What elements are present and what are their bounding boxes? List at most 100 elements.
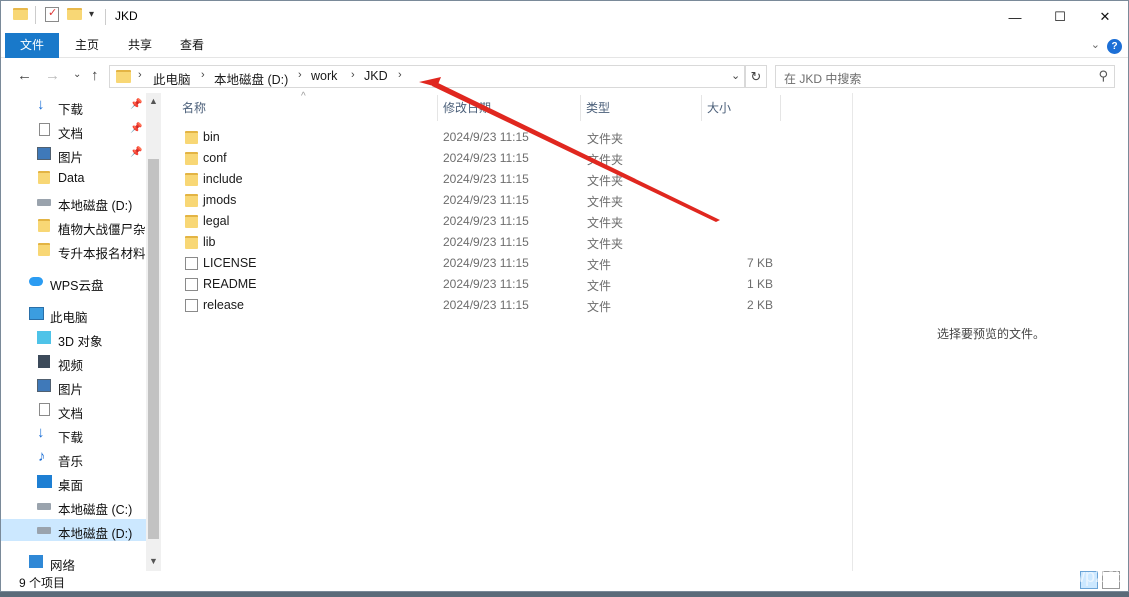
breadcrumb-this-pc[interactable]: 此电脑: [153, 69, 191, 88]
sidebar-item-videos[interactable]: 视频: [1, 351, 146, 373]
scroll-down-icon[interactable]: ▼: [149, 556, 158, 566]
minimize-button[interactable]: —: [992, 1, 1038, 33]
address-bar[interactable]: › 此电脑 › 本地磁盘 (D:) › work › JKD ›: [109, 65, 745, 88]
folder-icon: [185, 194, 198, 207]
column-divider[interactable]: [437, 95, 438, 121]
sidebar-item-label: 网络: [50, 559, 76, 571]
sidebar-item-downloads[interactable]: ↓ 下载 📌: [1, 95, 146, 117]
breadcrumb-drive-d[interactable]: 本地磁盘 (D:): [214, 69, 288, 88]
tab-home[interactable]: 主页: [63, 33, 111, 58]
file-row[interactable]: legal 2024/9/23 11:15 文件夹: [179, 211, 779, 232]
file-name: release: [203, 298, 244, 312]
sidebar-item-label: WPS云盘: [50, 279, 104, 293]
file-name: include: [203, 172, 243, 186]
breadcrumb-work[interactable]: work: [311, 69, 337, 83]
customize-toolbar-icon[interactable]: ▾: [89, 9, 94, 20]
sidebar-item-desktop[interactable]: 桌面: [1, 471, 146, 493]
tab-file[interactable]: 文件: [5, 33, 59, 58]
file-name: conf: [203, 151, 227, 165]
file-type: 文件: [587, 279, 612, 293]
sidebar-item-pictures-pc[interactable]: 图片: [1, 375, 146, 397]
column-header-size[interactable]: 大小: [707, 99, 731, 116]
expand-ribbon-icon[interactable]: ⌄: [1091, 38, 1100, 51]
folder-icon: [185, 236, 198, 249]
maximize-button[interactable]: ☐: [1037, 1, 1083, 33]
column-header-name[interactable]: 名称: [182, 99, 206, 116]
refresh-button[interactable]: ↻: [745, 65, 767, 88]
file-row[interactable]: jmods 2024/9/23 11:15 文件夹: [179, 190, 779, 211]
pictures-icon: [37, 147, 51, 160]
folder-icon: [38, 171, 50, 184]
column-header-type[interactable]: 类型: [586, 99, 610, 116]
file-name: jmods: [203, 193, 237, 207]
scroll-up-icon[interactable]: ▲: [149, 96, 158, 106]
back-button[interactable]: ←: [17, 67, 32, 84]
help-icon[interactable]: ?: [1107, 39, 1122, 54]
file-name: README: [203, 277, 257, 291]
sidebar-item-3d-objects[interactable]: 3D 对象: [1, 327, 146, 349]
sidebar-item-label: 音乐: [58, 455, 84, 469]
file-row[interactable]: bin 2024/9/23 11:15 文件夹: [179, 127, 779, 148]
search-icon[interactable]: ⚲: [1098, 68, 1108, 84]
document-icon: [39, 123, 50, 136]
sidebar-item-network[interactable]: 网络: [1, 551, 146, 571]
file-row[interactable]: LICENSE 2024/9/23 11:15 文件 7 KB: [179, 253, 779, 274]
file-row[interactable]: conf 2024/9/23 11:15 文件夹: [179, 148, 779, 169]
file-size: 1 KB: [746, 277, 773, 291]
search-placeholder[interactable]: 在 JKD 中搜索: [784, 70, 861, 87]
sidebar-item-label: 下载: [58, 103, 84, 117]
sidebar-item-this-pc[interactable]: 此电脑: [1, 303, 146, 325]
properties-icon[interactable]: ✓: [45, 7, 59, 22]
file-type: 文件: [587, 258, 612, 272]
column-divider[interactable]: [780, 95, 781, 121]
sidebar-item-documents[interactable]: 文档 📌: [1, 119, 146, 141]
file-date: 2024/9/23 11:15: [443, 256, 529, 270]
file-row[interactable]: include 2024/9/23 11:15 文件夹: [179, 169, 779, 190]
breadcrumb-separator: ›: [201, 69, 205, 81]
new-folder-icon[interactable]: [67, 8, 82, 20]
tab-view[interactable]: 查看: [168, 33, 216, 58]
sidebar-item-pictures[interactable]: 图片 📌: [1, 143, 146, 165]
navigation-pane: ↓ 下载 📌 文档 📌 图片 📌 Data 本地磁盘 (D:) 植物大战僵尸杂: [1, 93, 161, 571]
sidebar-item-drive-c[interactable]: 本地磁盘 (C:): [1, 495, 146, 517]
column-divider[interactable]: [580, 95, 581, 121]
sidebar-item-drive-d[interactable]: 本地磁盘 (D:): [1, 519, 146, 541]
sidebar-item-drive-d-quick[interactable]: 本地磁盘 (D:): [1, 191, 146, 213]
search-box[interactable]: 在 JKD 中搜索 ⚲: [775, 65, 1115, 88]
tab-share[interactable]: 共享: [116, 33, 164, 58]
column-header-date[interactable]: 修改日期: [443, 99, 491, 116]
sidebar-item-materials[interactable]: 专升本报名材料: [1, 239, 146, 261]
sidebar-item-data[interactable]: Data: [1, 167, 146, 189]
sidebar-item-wps-cloud[interactable]: WPS云盘: [1, 271, 146, 293]
document-icon: [39, 403, 50, 416]
scrollbar-thumb[interactable]: [148, 159, 159, 539]
forward-button[interactable]: →: [45, 67, 60, 84]
file-row[interactable]: README 2024/9/23 11:15 文件 1 KB: [179, 274, 779, 295]
address-dropdown-icon[interactable]: ⌄: [731, 69, 740, 82]
close-button[interactable]: ✕: [1082, 1, 1128, 33]
folder-icon: [185, 131, 198, 144]
sidebar-item-music[interactable]: ♪ 音乐: [1, 447, 146, 469]
up-button[interactable]: ↑: [91, 67, 99, 84]
column-divider[interactable]: [701, 95, 702, 121]
preview-message: 选择要预览的文件。: [937, 327, 1046, 341]
breadcrumb-jkd[interactable]: JKD: [364, 69, 388, 83]
file-row[interactable]: lib 2024/9/23 11:15 文件夹: [179, 232, 779, 253]
sidebar-scrollbar[interactable]: ▲ ▼: [146, 93, 161, 571]
download-icon: ↓: [37, 96, 45, 113]
sidebar-item-label: 下载: [58, 431, 84, 445]
sidebar-item-documents-pc[interactable]: 文档: [1, 399, 146, 421]
folder-icon: [185, 215, 198, 228]
sidebar-item-downloads-pc[interactable]: ↓ 下载: [1, 423, 146, 445]
folder-icon: [185, 152, 198, 165]
file-name: bin: [203, 130, 220, 144]
status-bar: 9 个项目: [1, 571, 1128, 593]
sidebar-item-pvz[interactable]: 植物大战僵尸杂: [1, 215, 146, 237]
file-date: 2024/9/23 11:15: [443, 277, 529, 291]
file-row[interactable]: release 2024/9/23 11:15 文件 2 KB: [179, 295, 779, 316]
sidebar-item-label: 图片: [58, 383, 84, 397]
recent-locations-icon[interactable]: ⌄: [73, 69, 81, 80]
folder-icon: [185, 173, 198, 186]
sidebar-item-label: 本地磁盘 (D:): [58, 199, 133, 213]
file-date: 2024/9/23 11:15: [443, 130, 529, 144]
